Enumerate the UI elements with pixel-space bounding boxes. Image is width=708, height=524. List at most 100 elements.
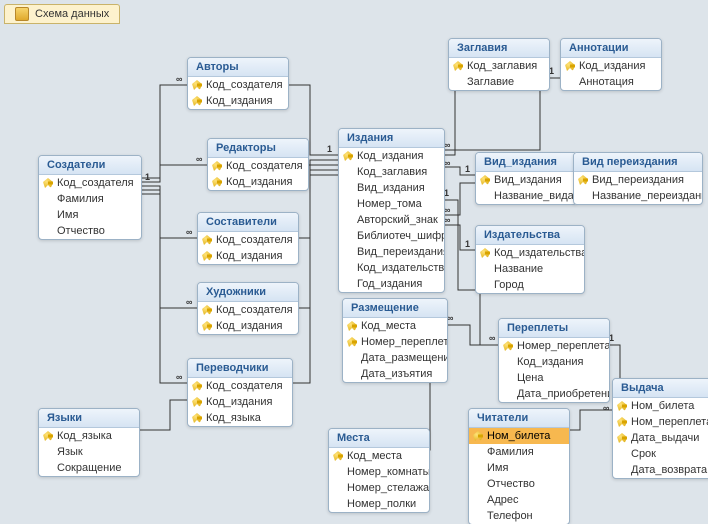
- field-row[interactable]: Адрес: [469, 492, 569, 508]
- field-row[interactable]: Код_создателя: [208, 158, 308, 174]
- table-title: Переводчики: [188, 359, 292, 378]
- table-body: Код_создателяКод_издания: [188, 77, 288, 109]
- field-row[interactable]: Код_издания: [188, 93, 288, 109]
- field-row[interactable]: Библиотеч_шифр: [339, 228, 444, 244]
- field-row[interactable]: Название: [476, 261, 584, 277]
- field-row[interactable]: Срок: [613, 446, 708, 462]
- field-row[interactable]: Код_издания: [499, 354, 609, 370]
- field-row[interactable]: Название_вида: [476, 188, 576, 204]
- table-title: Составители: [198, 213, 298, 232]
- field-row[interactable]: Вид_переиздания: [339, 244, 444, 260]
- field-row[interactable]: Имя: [39, 207, 141, 223]
- field-row[interactable]: Код_языка: [188, 410, 292, 426]
- table-mesta[interactable]: Места Код_местаНомер_комнатыНомер_стелаж…: [328, 428, 430, 513]
- table-title: Выдача: [613, 379, 708, 398]
- card-many: ∞: [603, 403, 609, 413]
- table-avtory[interactable]: Авторы Код_создателяКод_издания: [187, 57, 289, 110]
- table-vid-izdaniya[interactable]: Вид_издания Вид_изданияНазвание_вида: [475, 152, 577, 205]
- table-body: Код_создателяФамилияИмяОтчество: [39, 175, 141, 239]
- table-hudozhniki[interactable]: Художники Код_создателяКод_издания: [197, 282, 299, 335]
- table-vydacha[interactable]: Выдача Ном_билетаНом_переплетаДата_выдач…: [612, 378, 708, 479]
- field-row[interactable]: Код_создателя: [198, 232, 298, 248]
- table-title: Читатели: [469, 409, 569, 428]
- table-pereplety[interactable]: Переплеты Номер_переплетаКод_изданияЦена…: [498, 318, 610, 403]
- field-row[interactable]: Сокращение: [39, 460, 139, 476]
- table-razmeshenie[interactable]: Размещение Код_местаНомер_переплетаДата_…: [342, 298, 448, 383]
- field-row[interactable]: Код_издания: [208, 174, 308, 190]
- field-row[interactable]: Номер_комнаты: [329, 464, 429, 480]
- field-row[interactable]: Год_издания: [339, 276, 444, 292]
- table-body: Номер_переплетаКод_изданияЦенаДата_приоб…: [499, 338, 609, 402]
- field-row[interactable]: Ном_переплета: [613, 414, 708, 430]
- table-sozdateli[interactable]: Создатели Код_создателяФамилияИмяОтчеств…: [38, 155, 142, 240]
- field-row[interactable]: Код_издания: [198, 248, 298, 264]
- table-body: Вид_изданияНазвание_вида: [476, 172, 576, 204]
- table-vid-pereizdaniya[interactable]: Вид переиздания Вид_переизданияНазвание_…: [573, 152, 703, 205]
- table-yazyki[interactable]: Языки Код_языкаЯзыкСокращение: [38, 408, 140, 477]
- field-row[interactable]: Номер_переплета: [499, 338, 609, 354]
- field-row[interactable]: Фамилия: [469, 444, 569, 460]
- field-row[interactable]: Номер_полки: [329, 496, 429, 512]
- field-row[interactable]: Телефон: [469, 508, 569, 524]
- field-row[interactable]: Код_места: [329, 448, 429, 464]
- card-one: 1: [145, 172, 150, 182]
- field-row[interactable]: Отчество: [469, 476, 569, 492]
- window-tab[interactable]: Схема данных: [4, 4, 120, 24]
- field-row[interactable]: Ном_билета: [469, 428, 569, 444]
- table-perevodchiki[interactable]: Переводчики Код_создателяКод_изданияКод_…: [187, 358, 293, 427]
- table-title: Создатели: [39, 156, 141, 175]
- field-row[interactable]: Код_издательства: [476, 245, 584, 261]
- field-row[interactable]: Отчество: [39, 223, 141, 239]
- table-title: Редакторы: [208, 139, 308, 158]
- card-many: ∞: [196, 154, 202, 164]
- field-row[interactable]: Код_издания: [561, 58, 661, 74]
- field-row[interactable]: Код_издания: [198, 318, 298, 334]
- table-redaktory[interactable]: Редакторы Код_создателяКод_издания: [207, 138, 309, 191]
- field-row[interactable]: Код_издания: [339, 148, 444, 164]
- table-izdaniya[interactable]: Издания Код_изданияКод_заглавияВид_издан…: [338, 128, 445, 293]
- field-row[interactable]: Дата_изъятия: [343, 366, 447, 382]
- field-row[interactable]: Код_создателя: [39, 175, 141, 191]
- field-row[interactable]: Код_создателя: [198, 302, 298, 318]
- table-zaglaviya[interactable]: Заглавия Код_заглавияЗаглавие: [448, 38, 550, 91]
- table-annotacii[interactable]: Аннотации Код_изданияАннотация: [560, 38, 662, 91]
- field-row[interactable]: Ном_билета: [613, 398, 708, 414]
- table-body: Вид_переизданияНазвание_переиздания: [574, 172, 702, 204]
- field-row[interactable]: Код_заглавия: [339, 164, 444, 180]
- field-row[interactable]: Название_переиздания: [574, 188, 702, 204]
- field-row[interactable]: Номер_тома: [339, 196, 444, 212]
- field-row[interactable]: Код_издания: [188, 394, 292, 410]
- field-row[interactable]: Дата_возврата: [613, 462, 708, 478]
- field-row[interactable]: Заглавие: [449, 74, 549, 90]
- field-row[interactable]: Аннотация: [561, 74, 661, 90]
- field-row[interactable]: Город: [476, 277, 584, 293]
- card-many: ∞: [176, 74, 182, 84]
- field-row[interactable]: Цена: [499, 370, 609, 386]
- field-row[interactable]: Дата_приобретения: [499, 386, 609, 402]
- field-row[interactable]: Имя: [469, 460, 569, 476]
- field-row[interactable]: Авторский_знак: [339, 212, 444, 228]
- table-title: Издательства: [476, 226, 584, 245]
- schema-canvas[interactable]: Схема данных 1 ∞ ∞ ∞: [0, 0, 708, 524]
- table-sostaviteli[interactable]: Составители Код_создателяКод_издания: [197, 212, 299, 265]
- table-izdatelstva[interactable]: Издательства Код_издательстваНазваниеГор…: [475, 225, 585, 294]
- field-row[interactable]: Вид_издания: [339, 180, 444, 196]
- field-row[interactable]: Язык: [39, 444, 139, 460]
- table-chitateli[interactable]: Читатели Ном_билетаФамилияИмяОтчествоАдр…: [468, 408, 570, 524]
- field-row[interactable]: Код_издательства: [339, 260, 444, 276]
- table-body: Код_изданияАннотация: [561, 58, 661, 90]
- field-row[interactable]: Код_создателя: [188, 378, 292, 394]
- field-row[interactable]: Код_языка: [39, 428, 139, 444]
- field-row[interactable]: Вид_переиздания: [574, 172, 702, 188]
- field-row[interactable]: Код_заглавия: [449, 58, 549, 74]
- field-row[interactable]: Код_места: [343, 318, 447, 334]
- table-title: Вид переиздания: [574, 153, 702, 172]
- field-row[interactable]: Дата_размещения: [343, 350, 447, 366]
- field-row[interactable]: Код_создателя: [188, 77, 288, 93]
- field-row[interactable]: Номер_стелажа: [329, 480, 429, 496]
- field-row[interactable]: Вид_издания: [476, 172, 576, 188]
- field-row[interactable]: Номер_переплета: [343, 334, 447, 350]
- table-title: Художники: [198, 283, 298, 302]
- field-row[interactable]: Фамилия: [39, 191, 141, 207]
- field-row[interactable]: Дата_выдачи: [613, 430, 708, 446]
